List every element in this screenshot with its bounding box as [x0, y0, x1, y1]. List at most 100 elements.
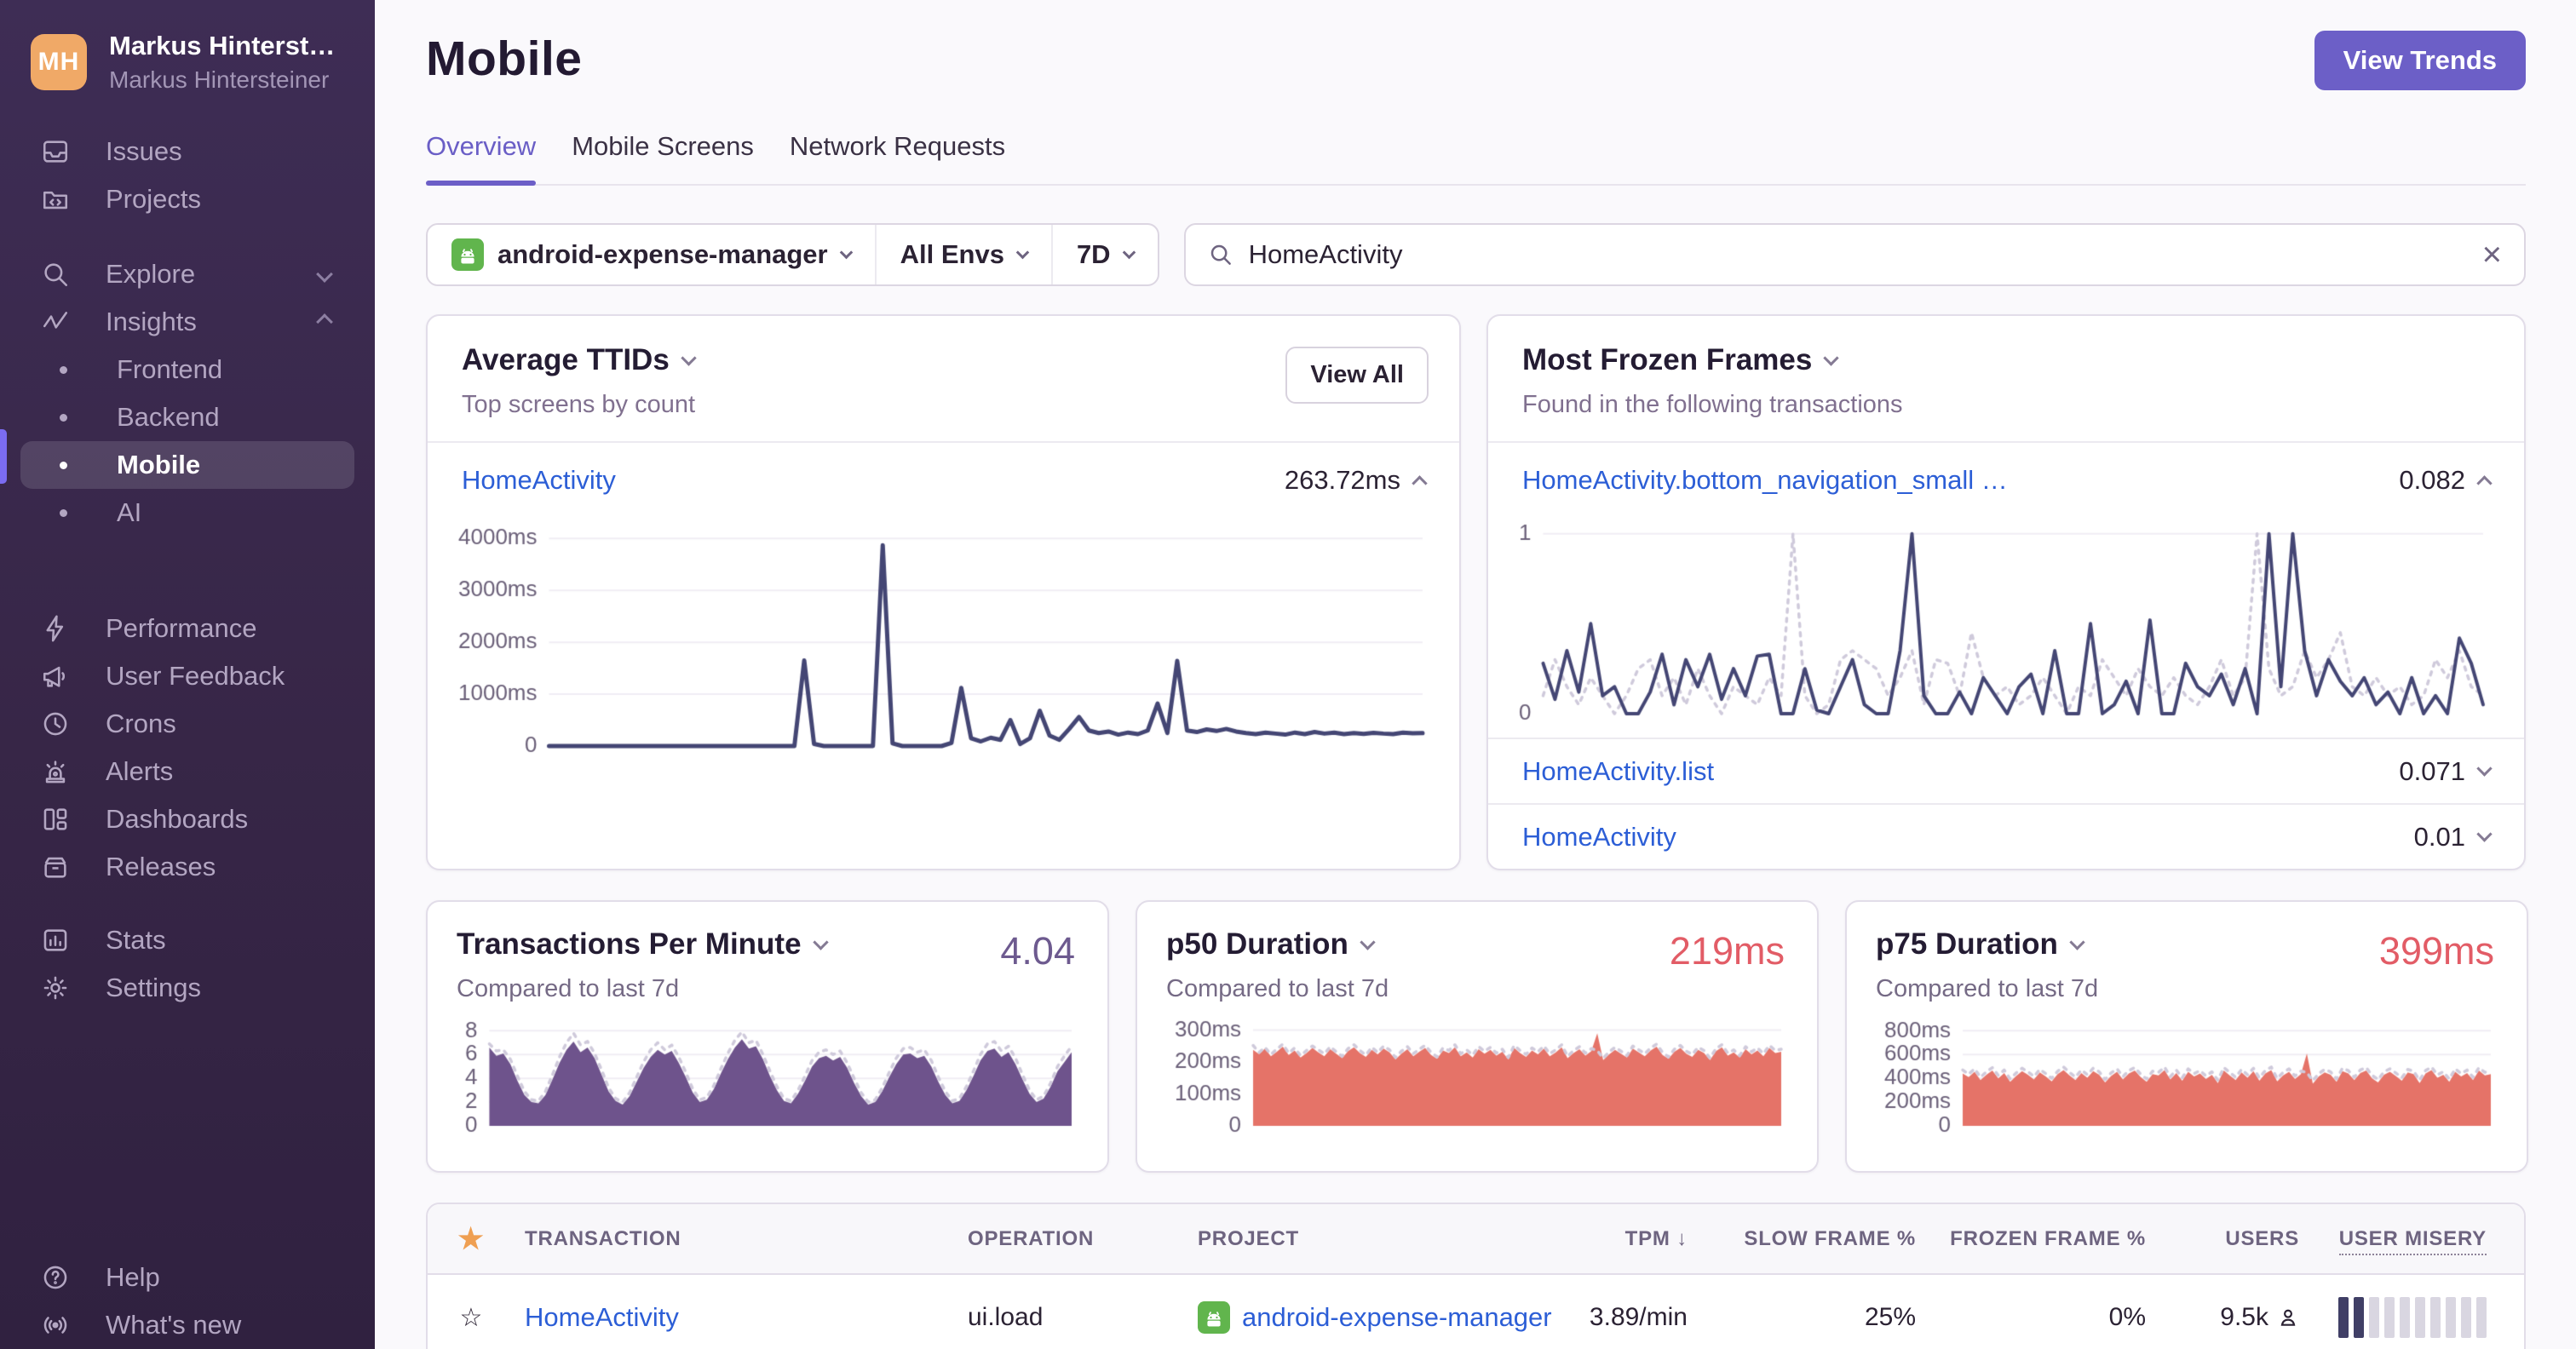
- transaction-link[interactable]: HomeActivity.bottom_navigation_small …: [1522, 465, 2008, 496]
- project-selector[interactable]: android-expense-manager: [428, 225, 875, 284]
- col-transaction[interactable]: Transaction: [496, 1227, 939, 1251]
- transaction-link[interactable]: HomeActivity: [1522, 822, 1676, 852]
- col-tpm[interactable]: TPM ↓: [1572, 1227, 1708, 1251]
- page-filters: android-expense-manager All Envs 7D: [426, 223, 1159, 286]
- inbox-icon: [41, 137, 70, 166]
- view-trends-button[interactable]: View Trends: [2314, 31, 2526, 90]
- sidebar-item-label: Frontend: [117, 354, 223, 384]
- col-user-misery[interactable]: User Misery: [2320, 1226, 2524, 1255]
- col-project[interactable]: Project: [1169, 1227, 1572, 1251]
- bullet-icon: [60, 365, 67, 374]
- view-all-button[interactable]: View All: [1285, 347, 1429, 404]
- tpm-title-dropdown[interactable]: Transactions Per Minute: [457, 927, 1078, 962]
- sidebar-nav: Issues Projects Explore Insights Fronten…: [0, 128, 375, 1012]
- bullet-icon: [60, 461, 67, 469]
- help-icon: [41, 1263, 70, 1292]
- sidebar-item-label: Settings: [106, 973, 202, 1002]
- sidebar-item-settings[interactable]: Settings: [20, 964, 354, 1012]
- trend-line-icon: [41, 307, 70, 336]
- users-cell: 9.5k: [2166, 1303, 2320, 1332]
- sidebar-item-label: Backend: [117, 402, 220, 432]
- tpm-value: 4.04: [1000, 929, 1075, 973]
- clock-icon: [41, 709, 70, 738]
- collapse-icon[interactable]: [1412, 474, 1428, 491]
- sidebar-item-insights[interactable]: Insights: [20, 298, 354, 346]
- misery-bar: [2354, 1297, 2364, 1338]
- col-frozen-frame[interactable]: Frozen Frame %: [1936, 1227, 2166, 1251]
- tab-network-requests[interactable]: Network Requests: [790, 131, 1005, 184]
- dashboard-icon: [41, 805, 70, 834]
- col-users[interactable]: Users: [2166, 1227, 2320, 1251]
- sidebar-item-releases[interactable]: Releases: [20, 843, 354, 891]
- gear-icon: [41, 973, 70, 1002]
- org-switcher[interactable]: MH Markus Hinterst… Markus Hintersteiner: [0, 0, 375, 94]
- sidebar-item-label: Performance: [106, 613, 257, 643]
- collapse-icon[interactable]: [2476, 474, 2493, 491]
- sidebar-item-backend[interactable]: Backend: [20, 393, 354, 441]
- expand-icon[interactable]: [2476, 826, 2493, 842]
- sidebar-item-alerts[interactable]: Alerts: [20, 748, 354, 795]
- p75-value: 399ms: [2378, 929, 2494, 973]
- bullet-icon: [60, 413, 67, 422]
- sidebar-item-label: Insights: [106, 307, 197, 336]
- sidebar-item-whats-new[interactable]: What's new: [20, 1301, 354, 1349]
- sidebar-item-stats[interactable]: Stats: [20, 916, 354, 964]
- date-range-selector[interactable]: 7D: [1050, 225, 1158, 284]
- slow-frame-cell: 25%: [1864, 1303, 1916, 1331]
- chevron-down-icon: [1122, 245, 1136, 259]
- p50-value: 219ms: [1669, 929, 1785, 973]
- tab-mobile-screens[interactable]: Mobile Screens: [572, 131, 754, 184]
- col-operation[interactable]: Operation: [939, 1227, 1169, 1251]
- page-title: Mobile: [426, 32, 583, 86]
- sidebar-item-label: Help: [106, 1262, 160, 1292]
- col-slow-frame[interactable]: Slow Frame %: [1708, 1227, 1936, 1251]
- transaction-link[interactable]: HomeActivity: [525, 1302, 679, 1332]
- sidebar-item-issues[interactable]: Issues: [20, 128, 354, 175]
- search-bar[interactable]: ×: [1183, 223, 2526, 286]
- p50-chart: [1166, 1015, 1788, 1150]
- misery-bar: [2430, 1297, 2441, 1338]
- siren-icon: [41, 757, 70, 786]
- sidebar-item-explore[interactable]: Explore: [20, 250, 354, 298]
- sidebar-item-label: Stats: [106, 925, 166, 955]
- sidebar-item-projects[interactable]: Projects: [20, 175, 354, 223]
- frozen-card-title-dropdown[interactable]: Most Frozen Frames: [1522, 343, 2490, 377]
- sidebar-item-performance[interactable]: Performance: [20, 605, 354, 652]
- sidebar-item-label: What's new: [106, 1310, 242, 1340]
- ttid-card-subtitle: Top screens by count: [462, 391, 696, 418]
- sidebar-item-label: Explore: [106, 259, 196, 289]
- misery-bar: [2476, 1297, 2487, 1338]
- chevron-down-icon: [812, 933, 829, 950]
- sidebar-item-ai[interactable]: AI: [20, 489, 354, 537]
- sidebar-item-mobile[interactable]: Mobile: [20, 441, 354, 489]
- expand-icon[interactable]: [2476, 761, 2493, 777]
- chevron-down-icon: [1360, 933, 1376, 950]
- folder-code-icon: [41, 185, 70, 214]
- sidebar-item-label: AI: [117, 497, 142, 527]
- p50-duration-card: p50 Duration 219ms Compared to last 7d: [1136, 900, 1819, 1173]
- search-icon: [41, 260, 70, 289]
- sidebar-item-user-feedback[interactable]: User Feedback: [20, 652, 354, 700]
- star-toggle[interactable]: ☆: [428, 1303, 496, 1333]
- transaction-link[interactable]: HomeActivity: [462, 465, 616, 496]
- sidebar-item-help[interactable]: Help: [20, 1254, 354, 1301]
- frozen-value: 0.01: [2413, 821, 2465, 852]
- archive-box-icon: [41, 852, 70, 881]
- tab-overview[interactable]: Overview: [426, 131, 537, 186]
- environment-selector[interactable]: All Envs: [874, 225, 1051, 284]
- project-link[interactable]: android-expense-manager: [1242, 1302, 1552, 1333]
- sidebar-item-dashboards[interactable]: Dashboards: [20, 795, 354, 843]
- misery-bar: [2338, 1297, 2349, 1338]
- sidebar-item-label: Alerts: [106, 756, 174, 786]
- user-icon: [2280, 1309, 2296, 1326]
- ttid-card-title-dropdown[interactable]: Average TTIDs: [462, 343, 1425, 377]
- sidebar-item-frontend[interactable]: Frontend: [20, 346, 354, 393]
- bullet-icon: [60, 508, 67, 517]
- clear-search-icon[interactable]: ×: [2482, 238, 2502, 272]
- broadcast-icon: [41, 1311, 70, 1340]
- p50-subtitle: Compared to last 7d: [1166, 975, 1389, 1002]
- transaction-link[interactable]: HomeActivity.list: [1522, 756, 1714, 787]
- search-input[interactable]: [1248, 239, 2467, 270]
- project-cell: android-expense-manager: [1169, 1301, 1572, 1334]
- sidebar-item-crons[interactable]: Crons: [20, 700, 354, 748]
